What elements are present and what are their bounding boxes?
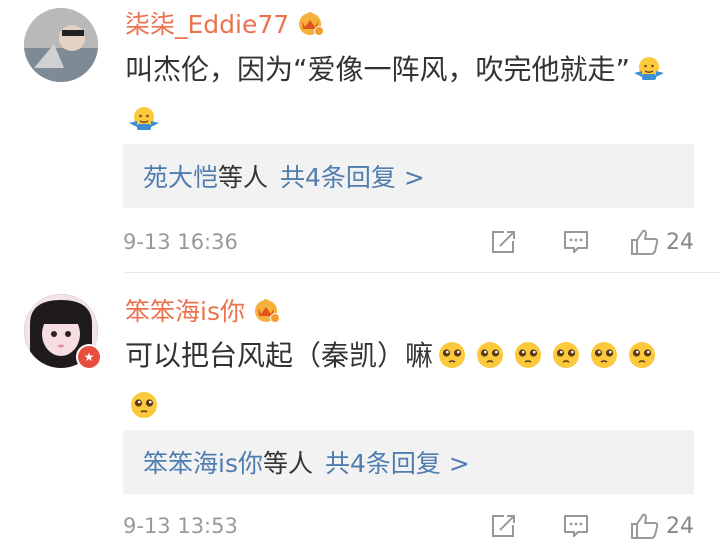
crown-badge-icon — [251, 297, 281, 327]
comment-icon — [564, 231, 588, 253]
comment-footer: 9-13 16:36 24 — [123, 227, 694, 257]
comment-button[interactable] — [562, 229, 590, 255]
comment-body: 叫杰伦，因为“爱像一阵风，吹完他就走” — [125, 53, 631, 86]
share-icon — [492, 515, 515, 537]
pleading-emoji-icon — [549, 339, 583, 384]
reply-users[interactable]: 苑大恺 — [143, 163, 218, 192]
username[interactable]: 笨笨海is你 — [125, 295, 245, 329]
reply-count-link[interactable]: 共4条回复 > — [280, 163, 425, 192]
replies-box[interactable]: 苑大恺等人 共4条回复 > — [123, 144, 694, 208]
comment-text: 叫杰伦，因为“爱像一阵风，吹完他就走” — [125, 48, 685, 148]
like-button[interactable]: 24 — [630, 228, 694, 256]
like-button[interactable]: 24 — [630, 512, 694, 540]
comment-text: 可以把台风起（秦凯）嘛 — [125, 334, 685, 434]
username-row: 柒柒_Eddie77 — [125, 8, 325, 42]
reply-suffix: 等人 — [262, 449, 313, 478]
timestamp: 9-13 16:36 — [123, 230, 238, 254]
share-icon — [492, 231, 515, 253]
pleading-emoji-icon — [587, 339, 621, 384]
username-row: 笨笨海is你 — [125, 295, 281, 329]
divider — [125, 272, 720, 273]
thumbs-up-icon — [631, 229, 659, 255]
reply-count-link[interactable]: 共4条回复 > — [325, 449, 470, 478]
reply-users[interactable]: 笨笨海is你 — [143, 449, 263, 478]
like-count: 24 — [666, 229, 694, 255]
pleading-emoji-icon — [625, 339, 659, 384]
comment-icon — [564, 515, 588, 537]
shrug-emoji-icon — [127, 103, 161, 148]
thumbs-up-icon — [631, 513, 659, 539]
pleading-emoji-icon — [511, 339, 545, 384]
replies-box[interactable]: 笨笨海is你等人 共4条回复 > — [123, 430, 694, 494]
avatar[interactable] — [24, 8, 98, 82]
share-button[interactable] — [490, 229, 518, 255]
verified-badge-icon: ★ — [76, 344, 102, 370]
timestamp: 9-13 13:53 — [123, 514, 238, 538]
share-button[interactable] — [490, 513, 518, 539]
reply-suffix: 等人 — [218, 163, 269, 192]
pleading-emoji-icon — [435, 339, 469, 384]
like-count: 24 — [666, 513, 694, 539]
comment-item: ★ 笨笨海is你 可以把台风起（秦凯）嘛 笨笨海is你等人 共4条回复 > 9-1… — [0, 274, 720, 551]
crown-badge-icon — [295, 10, 325, 40]
shrug-emoji-icon — [632, 53, 666, 98]
comment-item: 柒柒_Eddie77 叫杰伦，因为“爱像一阵风，吹完他就走” 苑大恺等人 共4条回… — [0, 0, 720, 272]
pleading-emoji-icon — [127, 389, 161, 434]
username[interactable]: 柒柒_Eddie77 — [125, 8, 289, 42]
comment-body: 可以把台风起（秦凯）嘛 — [125, 339, 434, 372]
comment-button[interactable] — [562, 513, 590, 539]
pleading-emoji-icon — [473, 339, 507, 384]
comment-footer: 9-13 13:53 24 — [123, 511, 694, 541]
